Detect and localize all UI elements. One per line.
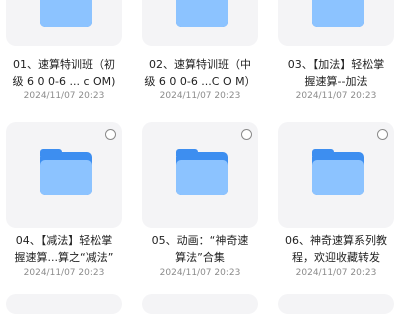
- file-name: 03、【加法】轻松掌: [287, 58, 385, 71]
- select-circle-icon[interactable]: [241, 129, 252, 140]
- file-name: 级 6 0 0-6 ...C O M）: [144, 75, 256, 88]
- folder-icon: [176, 149, 228, 195]
- file-name: 04、【减法】轻松掌: [15, 234, 113, 247]
- folder-icon: [40, 0, 92, 27]
- file-date: 2024/11/07 20:23: [159, 91, 241, 101]
- file-date: 2024/11/07 20:23: [295, 268, 377, 278]
- file-tile-07[interactable]: [6, 294, 122, 314]
- file-name: 程，欢迎收藏转发: [292, 251, 380, 264]
- select-circle-icon[interactable]: [377, 129, 388, 140]
- file-tile-09[interactable]: [278, 294, 394, 314]
- file-tile-03[interactable]: [278, 0, 394, 46]
- file-name: 01、速算特训班（初: [13, 58, 115, 71]
- file-name: 级 6 0 0-6 ... c OM): [12, 75, 116, 88]
- file-name: 握速算...算之“减法”: [14, 251, 114, 264]
- folder-icon: [312, 149, 364, 195]
- file-name: 06、神奇速算系列教: [285, 234, 387, 247]
- file-name: 算法”合集: [175, 251, 225, 264]
- select-circle-icon[interactable]: [105, 129, 116, 140]
- file-tile-05[interactable]: [142, 122, 258, 228]
- file-name: 05、动画：“神奇速: [151, 234, 249, 247]
- folder-icon: [176, 0, 228, 27]
- file-name: 02、速算特训班（中: [149, 58, 251, 71]
- file-tile-02[interactable]: [142, 0, 258, 46]
- file-name: 握速算--加法: [304, 75, 368, 88]
- file-tile-08[interactable]: [142, 294, 258, 314]
- folder-icon: [312, 0, 364, 27]
- file-date: 2024/11/07 20:23: [159, 268, 241, 278]
- file-date: 2024/11/07 20:23: [23, 91, 105, 101]
- folder-icon: [40, 149, 92, 195]
- file-tile-01[interactable]: [6, 0, 122, 46]
- file-tile-06[interactable]: [278, 122, 394, 228]
- file-tile-04[interactable]: [6, 122, 122, 228]
- file-date: 2024/11/07 20:23: [295, 91, 377, 101]
- file-date: 2024/11/07 20:23: [23, 268, 105, 278]
